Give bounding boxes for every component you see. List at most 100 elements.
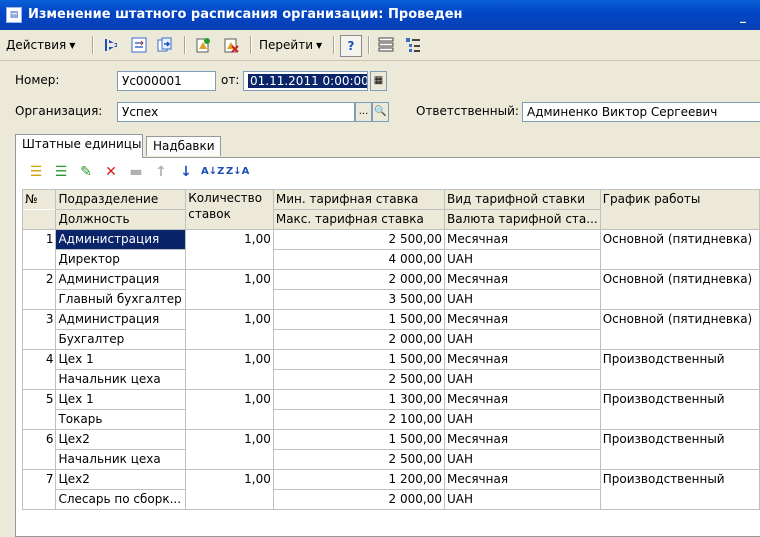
unpost-button[interactable] (220, 35, 242, 55)
end-edit-icon[interactable]: ▬ (126, 162, 146, 182)
tab-allowances[interactable]: Надбавки (146, 136, 221, 156)
go-to-start-button[interactable] (100, 35, 122, 55)
minimize-button[interactable]: _ (740, 9, 752, 23)
cell-rate-type[interactable]: Месячная (443, 429, 601, 450)
header-max-rate[interactable]: Макс. тарифная ставка (272, 209, 445, 230)
edit-button[interactable] (154, 35, 176, 55)
cell-schedule[interactable]: Производственный (599, 429, 760, 470)
move-up-icon[interactable]: ↑ (151, 162, 171, 182)
cell-rate-type[interactable]: Месячная (443, 349, 601, 370)
cell-max-rate[interactable]: 2 500,00 (272, 369, 445, 390)
cell-currency[interactable]: UAH (443, 449, 601, 470)
calendar-button[interactable]: ▦ (370, 71, 387, 91)
structure-button[interactable] (402, 35, 424, 55)
open-button[interactable]: 🔍 (372, 102, 389, 122)
copy-row-icon[interactable]: ☰ (51, 162, 71, 182)
cell-department[interactable]: Администрация (55, 309, 187, 330)
number-field[interactable]: Ус000001 (117, 71, 216, 91)
cell-currency[interactable]: UAH (443, 289, 601, 310)
table-row[interactable]: 1 Администрация 1,00 2 500,00 Месячная Основн… (21, 229, 760, 270)
cell-max-rate[interactable]: 4 000,00 (272, 249, 445, 270)
table-row[interactable]: 2 Администрация 1,00 2 000,00 Месячная Основн… (21, 269, 760, 310)
sort-descending-icon[interactable]: Z↓A (226, 162, 249, 182)
cell-schedule[interactable]: Производственный (599, 349, 760, 390)
table-row[interactable]: 5 Цех 1 1,00 1 300,00 Месячная Производственн… (21, 389, 760, 430)
cell-rate-type[interactable]: Месячная (443, 269, 601, 290)
cell-count[interactable]: 1,00 (185, 229, 274, 270)
cell-position[interactable]: Бухгалтер (55, 329, 187, 350)
cell-max-rate[interactable]: 2 100,00 (272, 409, 445, 430)
cell-max-rate[interactable]: 2 500,00 (272, 449, 445, 470)
header-count[interactable]: Количество ставок (185, 189, 274, 230)
date-field[interactable]: 01.11.2011 0:00:00 (243, 71, 368, 91)
cell-position[interactable]: Начальник цеха (55, 449, 187, 470)
cell-currency[interactable]: UAH (443, 369, 601, 390)
tab-staff-units[interactable]: Штатные единицы (15, 134, 143, 158)
cell-min-rate[interactable]: 1 500,00 (272, 429, 445, 450)
cell-count[interactable]: 1,00 (185, 389, 274, 430)
cell-department[interactable]: Цех2 (55, 429, 187, 450)
cell-schedule[interactable]: Основной (пятидневка) (599, 309, 760, 350)
cell-rate-type[interactable]: Месячная (443, 469, 601, 490)
organization-field[interactable]: Успех (117, 102, 355, 122)
header-min-rate[interactable]: Мин. тарифная ставка (272, 189, 445, 210)
sort-ascending-icon[interactable]: A↓Z (201, 162, 224, 182)
cell-rate-type[interactable]: Месячная (443, 229, 601, 250)
cell-count[interactable]: 1,00 (185, 309, 274, 350)
cell-department[interactable]: Цех 1 (55, 349, 187, 370)
cell-max-rate[interactable]: 2 000,00 (272, 329, 445, 350)
cell-schedule[interactable]: Основной (пятидневка) (599, 269, 760, 310)
cell-department[interactable]: Администрация (55, 269, 187, 290)
cell-department[interactable]: Цех2 (55, 469, 187, 490)
header-position[interactable]: Должность (55, 209, 187, 230)
responsible-field[interactable]: Админенко Виктор Сергеевич (522, 102, 760, 122)
form-layout-button[interactable] (375, 35, 397, 55)
cell-max-rate[interactable]: 2 000,00 (272, 489, 445, 510)
cell-rate-type[interactable]: Месячная (443, 389, 601, 410)
cell-currency[interactable]: UAH (443, 409, 601, 430)
post-button[interactable] (192, 35, 214, 55)
cell-count[interactable]: 1,00 (185, 349, 274, 390)
header-currency[interactable]: Валюта тарифной ста... (443, 209, 601, 230)
table-row[interactable]: 6 Цех2 1,00 1 500,00 Месячная Производственны… (21, 429, 760, 470)
cell-position[interactable]: Начальник цеха (55, 369, 187, 390)
cell-position[interactable]: Директор (55, 249, 187, 270)
cell-currency[interactable]: UAH (443, 249, 601, 270)
cell-min-rate[interactable]: 2 500,00 (272, 229, 445, 250)
cell-min-rate[interactable]: 1 500,00 (272, 309, 445, 330)
cell-count[interactable]: 1,00 (185, 269, 274, 310)
table-row[interactable]: 4 Цех 1 1,00 1 500,00 Месячная Производственн… (21, 349, 760, 390)
cell-min-rate[interactable]: 1 200,00 (272, 469, 445, 490)
cell-currency[interactable]: UAH (443, 489, 601, 510)
actions-menu-button[interactable]: Действия ▼ (6, 35, 75, 55)
cell-rate-type[interactable]: Месячная (443, 309, 601, 330)
table-row[interactable]: 3 Администрация 1,00 1 500,00 Месячная Основн… (21, 309, 760, 350)
header-number[interactable]: № (21, 189, 57, 210)
add-row-icon[interactable]: ☰ (26, 162, 46, 182)
cell-position[interactable]: Токарь (55, 409, 187, 430)
header-schedule[interactable]: График работы (599, 189, 760, 230)
cell-min-rate[interactable]: 2 000,00 (272, 269, 445, 290)
cell-min-rate[interactable]: 1 500,00 (272, 349, 445, 370)
cell-department[interactable]: Цех 1 (55, 389, 187, 410)
cell-position[interactable]: Главный бухгалтер (55, 289, 187, 310)
help-button[interactable]: ? (340, 35, 362, 57)
cell-min-rate[interactable]: 1 300,00 (272, 389, 445, 410)
cell-schedule[interactable]: Основной (пятидневка) (599, 229, 760, 270)
restructure-button[interactable] (128, 35, 150, 55)
edit-row-icon[interactable]: ✎ (76, 162, 96, 182)
cell-count[interactable]: 1,00 (185, 469, 274, 510)
select-button[interactable]: ... (355, 102, 372, 122)
cell-currency[interactable]: UAH (443, 329, 601, 350)
move-down-icon[interactable]: ↓ (176, 162, 196, 182)
header-rate-type[interactable]: Вид тарифной ставки (443, 189, 601, 210)
cell-count[interactable]: 1,00 (185, 429, 274, 470)
goto-menu-button[interactable]: Перейти ▼ (259, 35, 322, 55)
cell-max-rate[interactable]: 3 500,00 (272, 289, 445, 310)
cell-schedule[interactable]: Производственный (599, 389, 760, 430)
header-department[interactable]: Подразделение (55, 189, 187, 210)
delete-row-icon[interactable]: ✕ (101, 162, 121, 182)
cell-department[interactable]: Администрация (55, 229, 187, 250)
cell-position[interactable]: Слесарь по сборк... (55, 489, 187, 510)
table-row[interactable]: 7 Цех2 1,00 1 200,00 Месячная Производственны… (21, 469, 760, 510)
